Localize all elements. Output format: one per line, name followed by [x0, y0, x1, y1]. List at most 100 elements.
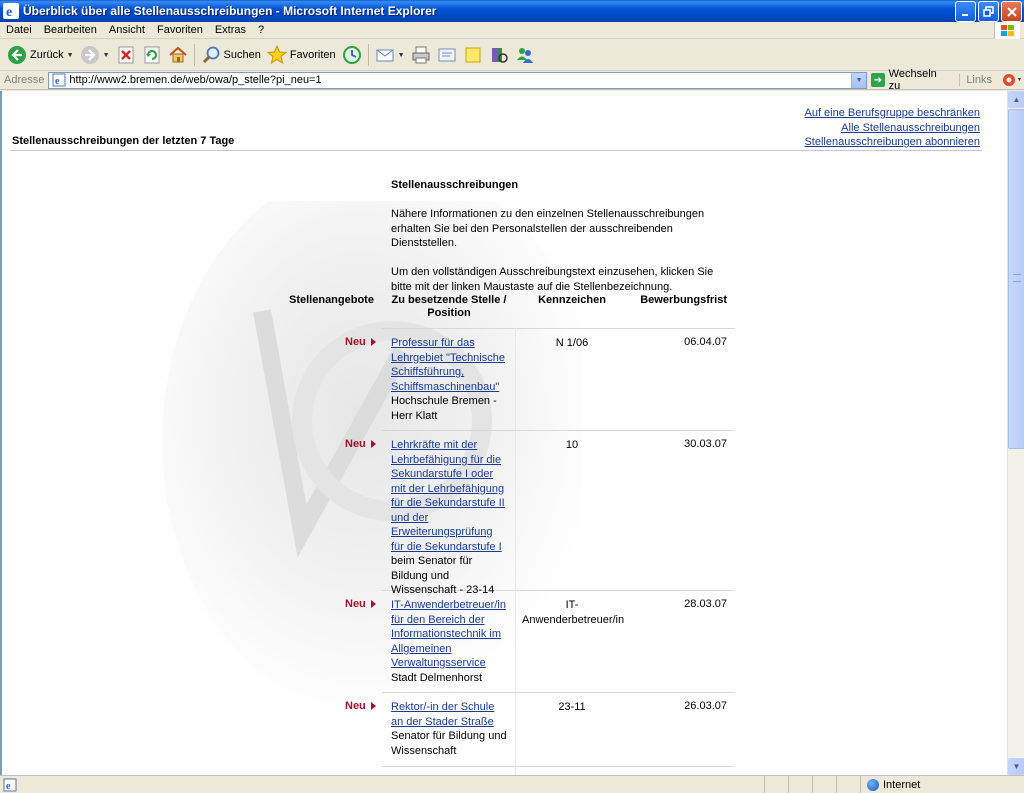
column-header-stellenangebote: Stellenangebote: [289, 294, 374, 306]
table-row: Rektor/-in der Schule an der Stader Stra…: [391, 700, 508, 758]
column-header-frist: Bewerbungsfrist: [640, 294, 727, 306]
new-badge-label: Neu: [345, 336, 366, 348]
minimize-button[interactable]: [955, 1, 976, 22]
mail-dropdown-icon[interactable]: ▼: [398, 52, 405, 59]
search-label: Suchen: [223, 49, 261, 61]
triangle-right-icon: [370, 440, 376, 448]
windows-logo-icon: [994, 22, 1020, 39]
restrict-category-link[interactable]: Auf eine Berufsgruppe beschränken: [804, 106, 980, 121]
subscribe-link[interactable]: Stellenausschreibungen abonnieren: [804, 135, 980, 150]
stop-button[interactable]: [113, 42, 139, 68]
research-button[interactable]: [486, 42, 512, 68]
scroll-down-button[interactable]: ▼: [1008, 758, 1024, 775]
scroll-up-button[interactable]: ▲: [1008, 91, 1024, 108]
row-divider: [382, 430, 735, 431]
back-label: Zurück: [30, 49, 64, 61]
forward-dropdown-icon[interactable]: ▼: [103, 52, 110, 59]
address-input[interactable]: e http://www2.bremen.de/web/owa/p_stelle…: [48, 71, 868, 89]
restore-button[interactable]: [978, 1, 999, 22]
back-button[interactable]: Zurück ▼: [4, 42, 77, 68]
new-badge: Neu: [345, 336, 376, 348]
intro-paragraph: Um den vollständigen Ausschreibungstext …: [391, 266, 714, 293]
page-title: Stellenausschreibungen der letzten 7 Tag…: [12, 135, 235, 147]
messenger-icon: [515, 45, 535, 65]
position-link[interactable]: Lehrkräfte mit der Lehrbefähigung für di…: [391, 439, 505, 553]
address-dropdown-icon[interactable]: ▼: [851, 72, 867, 88]
research-icon: [489, 45, 509, 65]
history-button[interactable]: [339, 42, 365, 68]
print-button[interactable]: [408, 42, 434, 68]
svg-text:e: e: [6, 5, 12, 19]
menu-bar: Datei Bearbeiten Ansicht Favoriten Extra…: [0, 22, 1024, 39]
toolbar: Zurück ▼ ▼ Suchen Favoriten ▼: [0, 40, 1024, 71]
search-icon: [201, 45, 221, 65]
title-bar[interactable]: e Überblick über alle Stellenausschreibu…: [0, 0, 1024, 22]
back-arrow-icon: [7, 45, 27, 65]
status-pane: [836, 776, 860, 793]
window-title: Überblick über alle Stellenausschreibung…: [23, 4, 437, 18]
toolbar-separator: [367, 44, 369, 66]
globe-icon: [867, 779, 879, 791]
table-row: Professur für das Lehrgebiet "Technische…: [391, 336, 508, 423]
home-button[interactable]: [165, 42, 191, 68]
toolbar-extra-icon[interactable]: [1002, 73, 1024, 87]
triangle-right-icon: [370, 600, 376, 608]
position-link[interactable]: Rektor/-in der Schule an der Stader Stra…: [391, 701, 494, 728]
forward-button[interactable]: ▼: [77, 42, 113, 68]
back-dropdown-icon[interactable]: ▼: [67, 52, 74, 59]
links-label[interactable]: Links: [959, 74, 992, 86]
column-header-position: Zu besetzende Stelle / Position: [391, 294, 507, 319]
favorites-button[interactable]: Favoriten: [264, 42, 339, 68]
messenger-button[interactable]: [512, 42, 538, 68]
refresh-button[interactable]: [139, 42, 165, 68]
section-title: Stellenausschreibungen: [391, 179, 519, 191]
new-badge: Neu: [345, 438, 376, 450]
row-divider: [382, 328, 735, 329]
home-icon: [168, 45, 188, 65]
position-link[interactable]: IT-Anwenderbetreuer/in für den Bereich d…: [391, 599, 506, 669]
status-pane: [812, 776, 836, 793]
menu-favoriten[interactable]: Favoriten: [151, 24, 209, 36]
svg-text:e: e: [55, 76, 60, 87]
employer-text: Hochschule Bremen - Herr Klatt: [391, 395, 497, 422]
edit-button[interactable]: [434, 42, 460, 68]
close-button[interactable]: [1001, 1, 1022, 22]
toolbar-separator: [193, 44, 195, 66]
deadline-cell: 30.03.07: [684, 438, 727, 450]
minimize-icon: [961, 13, 968, 16]
kennzeichen-cell: 10: [565, 439, 579, 451]
search-button[interactable]: Suchen: [198, 42, 264, 68]
row-divider: [382, 766, 735, 767]
employer-text: Stadt Delmenhorst: [391, 671, 483, 684]
scroll-thumb[interactable]: [1008, 109, 1024, 449]
kennzeichen-cell: N 1/06: [555, 337, 589, 349]
menu-extras[interactable]: Extras: [209, 24, 252, 36]
deadline-cell: 06.04.07: [684, 336, 727, 348]
status-pane: [788, 776, 812, 793]
mail-icon: [375, 45, 395, 65]
restore-icon: [983, 6, 994, 17]
history-icon: [342, 45, 362, 65]
mail-button[interactable]: ▼: [372, 42, 408, 68]
table-row: IT-Anwenderbetreuer/in für den Bereich d…: [391, 598, 508, 685]
discuss-button[interactable]: [460, 42, 486, 68]
deadline-cell: 26.03.07: [684, 700, 727, 712]
go-button[interactable]: ➔ Wechseln zu: [871, 68, 949, 92]
new-badge-label: Neu: [345, 438, 366, 450]
scroll-grip-icon: [1013, 274, 1021, 282]
menu-datei[interactable]: Datei: [0, 24, 38, 36]
address-url: http://www2.bremen.de/web/owa/p_stelle?p…: [69, 74, 322, 86]
all-listings-link[interactable]: Alle Stellenausschreibungen: [804, 121, 980, 136]
address-bar: Adresse e http://www2.bremen.de/web/owa/…: [0, 68, 1024, 92]
refresh-icon: [142, 45, 162, 65]
row-divider: [382, 692, 735, 693]
triangle-right-icon: [370, 702, 376, 710]
deadline-cell: 28.03.07: [684, 598, 727, 610]
menu-ansicht[interactable]: Ansicht: [103, 24, 151, 36]
menu-bearbeiten[interactable]: Bearbeiten: [38, 24, 103, 36]
page-viewport[interactable]: Stellenausschreibungen der letzten 7 Tag…: [0, 91, 1024, 775]
favorites-label: Favoriten: [289, 49, 336, 61]
position-link[interactable]: Professur für das Lehrgebiet "Technische…: [391, 337, 505, 393]
menu-help[interactable]: ?: [252, 24, 270, 36]
vertical-scrollbar[interactable]: ▲ ▼: [1007, 91, 1024, 775]
